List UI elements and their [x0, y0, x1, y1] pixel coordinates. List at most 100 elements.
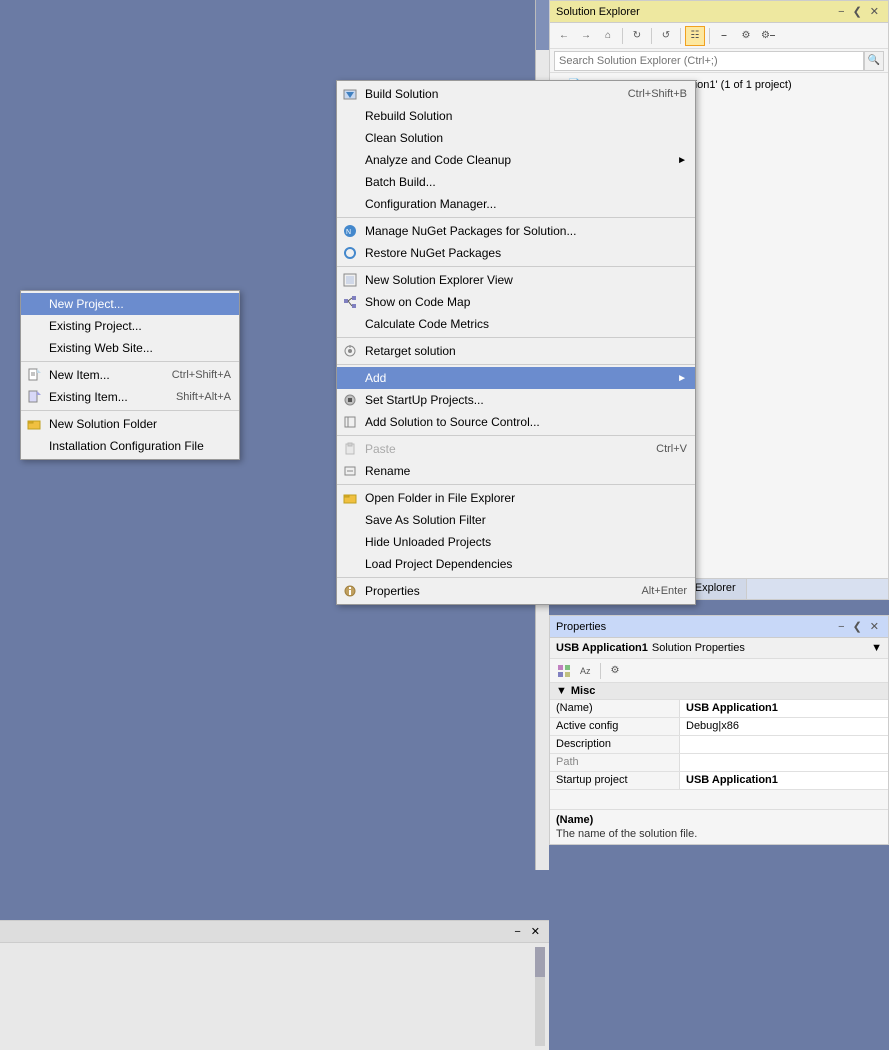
new-project-icon [25, 295, 43, 313]
bottom-close-btn[interactable]: ✕ [528, 925, 543, 938]
refresh-button[interactable]: ↺ [656, 26, 676, 46]
existing-website-icon [25, 339, 43, 357]
props-categories-btn[interactable] [554, 661, 574, 681]
props-pin-button[interactable]: − [835, 621, 847, 633]
forward-button[interactable]: → [576, 26, 596, 46]
props-key-startup: Startup project [550, 772, 680, 789]
properties-titlebar: Properties − ❮ ✕ [550, 616, 888, 638]
menu-set-startup[interactable]: Set StartUp Projects... [337, 389, 695, 411]
menu-retarget-solution[interactable]: Retarget solution [337, 340, 695, 362]
properties-grid: ▼ Misc (Name) USB Application1 Active co… [550, 683, 888, 809]
view-icon [341, 271, 359, 289]
menu-rebuild-solution[interactable]: Rebuild Solution [337, 105, 695, 127]
rename-label: Rename [365, 464, 410, 478]
submenu-existing-project[interactable]: Existing Project... [21, 315, 239, 337]
retarget-icon [341, 342, 359, 360]
menu-hide-unloaded[interactable]: Hide Unloaded Projects [337, 531, 695, 553]
submenu-new-item[interactable]: New Item... Ctrl+Shift+A [21, 364, 239, 386]
main-context-menu: Build Solution Ctrl+Shift+B Rebuild Solu… [336, 80, 696, 605]
sep-3 [337, 337, 695, 338]
analyze-submenu-arrow: ► [677, 155, 687, 166]
menu-batch-build[interactable]: Batch Build... [337, 171, 695, 193]
menu-show-code-map[interactable]: Show on Code Map [337, 291, 695, 313]
new-item-icon [25, 366, 43, 384]
bottom-pin-btn[interactable]: − [511, 926, 523, 938]
menu-rename[interactable]: Rename [337, 460, 695, 482]
sep-7 [337, 577, 695, 578]
build-icon [341, 85, 359, 103]
save-solution-filter-label: Save As Solution Filter [365, 513, 486, 527]
new-project-label: New Project... [49, 297, 124, 311]
sep-2 [337, 266, 695, 267]
menu-save-solution-filter[interactable]: Save As Solution Filter [337, 509, 695, 531]
misc-section-header[interactable]: ▼ Misc [550, 683, 888, 700]
props-value-description[interactable] [680, 736, 888, 753]
props-close-button[interactable]: ✕ [867, 620, 882, 633]
main-scrollbar-thumb [536, 0, 549, 50]
bottom-scrollbar[interactable] [535, 947, 545, 1046]
menu-properties[interactable]: Properties Alt+Enter [337, 580, 695, 602]
add-label: Add [365, 371, 386, 385]
properties-button[interactable]: ⎯ [714, 26, 734, 46]
paste-icon [341, 440, 359, 458]
toolbar-sep-1 [622, 28, 623, 44]
rename-icon [341, 462, 359, 480]
submenu-new-project[interactable]: New Project... [21, 293, 239, 315]
sep-4 [337, 364, 695, 365]
home-button[interactable]: ⌂ [598, 26, 618, 46]
menu-configuration-manager[interactable]: Configuration Manager... [337, 193, 695, 215]
sep-5 [337, 435, 695, 436]
existing-item-icon [25, 388, 43, 406]
props-value-startup[interactable]: USB Application1 [680, 772, 888, 789]
pin-button[interactable]: − [835, 6, 847, 18]
menu-add-source-control[interactable]: Add Solution to Source Control... [337, 411, 695, 433]
sync-button[interactable]: ↻ [627, 26, 647, 46]
props-row-path: Path [550, 754, 888, 772]
float-button[interactable]: ❮ [850, 5, 865, 18]
menu-calculate-metrics[interactable]: Calculate Code Metrics [337, 313, 695, 335]
bottom-scrollbar-thumb [535, 947, 545, 977]
props-alphabetical-btn[interactable]: Az [576, 661, 596, 681]
submenu-existing-item[interactable]: Existing Item... Shift+Alt+A [21, 386, 239, 408]
submenu-new-solution-folder[interactable]: New Solution Folder [21, 413, 239, 435]
menu-paste[interactable]: Paste Ctrl+V [337, 438, 695, 460]
props-gear-btn[interactable]: ⚙ [605, 661, 625, 681]
installation-config-icon [25, 437, 43, 455]
toolbar-sep-4 [709, 28, 710, 44]
menu-manage-nuget[interactable]: N Manage NuGet Packages for Solution... [337, 220, 695, 242]
menu-clean-solution[interactable]: Clean Solution [337, 127, 695, 149]
startup-icon [341, 391, 359, 409]
menu-build-solution[interactable]: Build Solution Ctrl+Shift+B [337, 83, 695, 105]
misc-expand-icon: ▼ [556, 685, 567, 697]
menu-open-file-explorer[interactable]: Open Folder in File Explorer [337, 487, 695, 509]
props-key-name: (Name) [550, 700, 680, 717]
analyze-code-cleanup-label: Analyze and Code Cleanup [365, 153, 511, 167]
menu-add[interactable]: Add ► [337, 367, 695, 389]
properties-shortcut: Alt+Enter [621, 585, 687, 597]
props-float-button[interactable]: ❮ [850, 620, 865, 633]
submenu-installation-config[interactable]: Installation Configuration File [21, 435, 239, 457]
menu-analyze-code-cleanup[interactable]: Analyze and Code Cleanup ► [337, 149, 695, 171]
analyze-icon [341, 151, 359, 169]
props-header-actions: ▼ [871, 642, 882, 654]
show-code-map-label: Show on Code Map [365, 295, 470, 309]
menu-restore-nuget[interactable]: Restore NuGet Packages [337, 242, 695, 264]
solution-explorer-title: Solution Explorer [556, 6, 640, 18]
menu-load-project-deps[interactable]: Load Project Dependencies [337, 553, 695, 575]
props-value-path[interactable] [680, 754, 888, 771]
bottom-panel-titlebar: − ✕ [0, 921, 549, 943]
properties-title: Properties [556, 621, 606, 633]
props-value-active-config[interactable]: Debug|x86 [680, 718, 888, 735]
show-all-files-button[interactable]: ☷ [685, 26, 705, 46]
props-value-name[interactable]: USB Application1 [680, 700, 888, 717]
settings-button[interactable]: ⚙ [736, 26, 756, 46]
props-dropdown-icon[interactable]: ▼ [871, 642, 882, 654]
menu-new-solution-explorer-view[interactable]: New Solution Explorer View [337, 269, 695, 291]
search-button[interactable]: 🔍 [864, 51, 884, 71]
submenu-existing-website[interactable]: Existing Web Site... [21, 337, 239, 359]
back-button[interactable]: ← [554, 26, 574, 46]
props-row-description: Description [550, 736, 888, 754]
extra-button[interactable]: ⚙⎯ [758, 26, 778, 46]
search-input[interactable] [554, 51, 864, 71]
close-button[interactable]: ✕ [867, 5, 882, 18]
